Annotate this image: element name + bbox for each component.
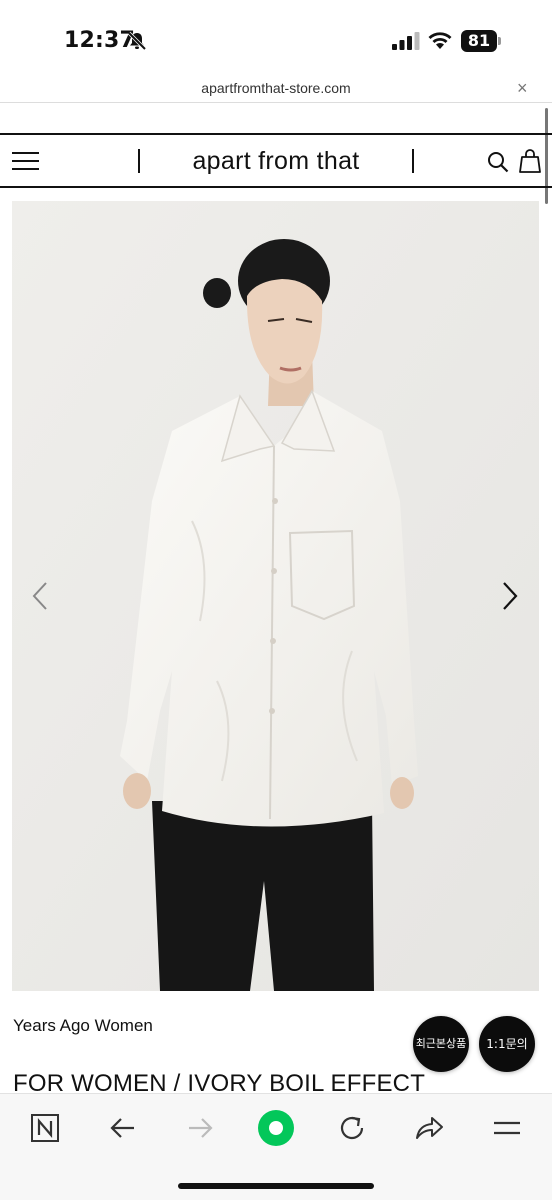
site-header: apart from that [0,133,552,188]
battery-level: 81 [461,30,497,52]
forward-arrow-icon[interactable] [184,1112,216,1144]
home-indicator[interactable] [178,1183,374,1189]
address-bar[interactable]: apartfromthat-store.com × [0,78,552,102]
chevron-left-icon[interactable] [30,580,50,612]
close-icon[interactable]: × [517,78,528,99]
menu-icon[interactable] [12,152,39,172]
status-bar: 12:37 81 [0,0,552,78]
url-text[interactable]: apartfromthat-store.com [0,80,552,96]
product-image[interactable] [12,201,539,991]
divider [0,102,552,103]
recent-products-button[interactable]: 최근본상품 [413,1016,469,1072]
bell-slash-icon [127,31,147,51]
battery-icon: 81 [461,30,501,52]
chevron-right-icon[interactable] [500,580,520,612]
status-time: 12:37 [64,28,136,53]
share-icon[interactable] [413,1112,445,1144]
refresh-icon[interactable] [336,1112,368,1144]
header-divider-right [412,149,414,173]
shopping-bag-icon[interactable] [519,149,541,173]
menu-lines-icon[interactable] [491,1112,523,1144]
cellular-signal-icon [392,32,420,50]
product-brand[interactable]: Years Ago Women [13,1016,153,1036]
green-home-icon[interactable] [257,1109,295,1147]
wifi-icon [428,32,452,49]
inquiry-button[interactable]: 1:1문의 [479,1016,535,1072]
back-arrow-icon[interactable] [107,1112,139,1144]
site-logo[interactable]: apart from that [140,147,412,176]
product-photo [12,201,539,991]
search-icon[interactable] [487,151,509,173]
naver-n-icon[interactable] [29,1112,61,1144]
